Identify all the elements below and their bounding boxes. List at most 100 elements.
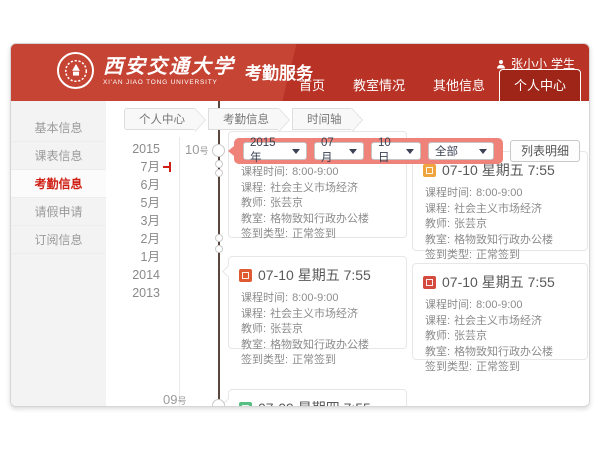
attendance-card-header: 07-09 星期四 7:55 [229, 390, 406, 407]
attendance-card-row: 签到类型: 正常签到 [241, 353, 396, 369]
attendance-card-row: 教师: 张芸京 [425, 217, 577, 233]
university-gear-logo-icon [57, 52, 94, 89]
filter-select[interactable]: 10日 [371, 142, 421, 160]
attendance-row-label: 签到类型: [241, 353, 288, 369]
attendance-card-row: 课程时间: 8:00-9:00 [241, 165, 396, 181]
timeline-node [215, 160, 223, 168]
attendance-card-header: 07-10 星期五 7:55 [413, 264, 587, 292]
timeline-period[interactable]: 2013 [106, 284, 174, 302]
attendance-row-value: 8:00-9:00 [476, 298, 522, 314]
nav-item[interactable]: 个人中心 [499, 69, 581, 101]
brand: 西安交通大学 XI'AN JIAO TONG UNIVERSITY 考勤服务 [57, 52, 313, 89]
attendance-row-value: 格物致知行政办公楼 [270, 338, 369, 354]
timeline-node [215, 245, 223, 253]
university-name-en: XI'AN JIAO TONG UNIVERSITY [103, 79, 235, 86]
breadcrumb-item[interactable]: 时间轴 [292, 108, 352, 130]
timeline-period[interactable]: 3月 [106, 212, 174, 230]
timeline-period[interactable]: 2月 [106, 230, 174, 248]
app-header: 西安交通大学 XI'AN JIAO TONG UNIVERSITY 考勤服务 张… [11, 44, 589, 101]
attendance-row-value: 张芸京 [270, 196, 303, 212]
attendance-row-label: 课程时间: [425, 186, 472, 202]
attendance-row-value: 正常签到 [292, 227, 336, 243]
attendance-row-label: 课程: [241, 307, 266, 323]
attendance-card-title: 07-09 星期四 7:55 [258, 398, 371, 407]
timeline-node [215, 234, 223, 242]
attendance-row-value: 8:00-9:00 [292, 165, 338, 181]
attendance-row-label: 课程: [425, 314, 450, 330]
attendance-type-icon [423, 276, 436, 289]
person-icon [495, 58, 507, 70]
sidebar-item[interactable]: 课表信息 [11, 142, 106, 170]
attendance-row-value: 正常签到 [476, 360, 520, 376]
attendance-row-value: 社会主义市场经济 [454, 202, 542, 218]
attendance-row-label: 签到类型: [241, 227, 288, 243]
sidebar-item[interactable]: 请假申请 [11, 198, 106, 226]
attendance-card-title: 07-10 星期五 7:55 [258, 265, 371, 285]
attendance-row-label: 课程: [241, 181, 266, 197]
attendance-card-row: 教室: 格物致知行政办公楼 [425, 345, 577, 361]
day-number: 10 [185, 142, 199, 157]
attendance-row-label: 教师: [241, 322, 266, 338]
sidebar-item[interactable]: 考勤信息 [11, 170, 106, 198]
attendance-row-label: 教师: [425, 217, 450, 233]
attendance-row-value: 张芸京 [454, 329, 487, 345]
attendance-card: 07-10 星期五 7:55 课程时间: 8:00-9:00 课程: 社会主义市… [412, 263, 588, 360]
dropdown-caret-icon [349, 149, 357, 154]
nav-item[interactable]: 其他信息 [419, 69, 499, 101]
attendance-row-label: 课程时间: [425, 298, 472, 314]
attendance-row-label: 课程时间: [241, 165, 288, 181]
attendance-card: 07-09 星期四 7:55 [228, 389, 407, 407]
attendance-card-row: 课程时间: 8:00-9:00 [425, 186, 577, 202]
attendance-card-row: 课程: 社会主义市场经济 [425, 314, 577, 330]
attendance-row-value: 社会主义市场经济 [270, 181, 358, 197]
timeline-period[interactable]: 6月 [106, 176, 174, 194]
attendance-card-row: 教室: 格物致知行政办公楼 [241, 212, 396, 228]
breadcrumb-item[interactable]: 考勤信息 [208, 108, 279, 130]
filter-select-value: 2015年 [250, 137, 287, 165]
app-window: 西安交通大学 XI'AN JIAO TONG UNIVERSITY 考勤服务 张… [10, 43, 590, 407]
attendance-card-title: 07-10 星期五 7:55 [442, 272, 555, 292]
attendance-row-label: 教室: [241, 338, 266, 354]
attendance-row-label: 课程时间: [241, 291, 288, 307]
rail-divider [179, 137, 180, 407]
attendance-card-row: 教室: 格物致知行政办公楼 [241, 338, 396, 354]
timeline-period[interactable]: 5月 [106, 194, 174, 212]
attendance-row-label: 签到类型: [425, 248, 472, 264]
filter-select[interactable]: 2015年 [243, 142, 307, 160]
filter-bar: 2015年 07月 10日 全部 [234, 138, 503, 164]
sidebar-item[interactable]: 基本信息 [11, 114, 106, 142]
attendance-row-value: 张芸京 [270, 322, 303, 338]
breadcrumb: 个人中心 考勤信息 时间轴 [124, 108, 365, 130]
timeline-period[interactable]: 7月 [106, 158, 174, 176]
attendance-card-row: 课程时间: 8:00-9:00 [241, 291, 396, 307]
attendance-row-value: 8:00-9:00 [292, 291, 338, 307]
attendance-card-row: 签到类型: 正常签到 [241, 227, 396, 243]
filter-select[interactable]: 全部 [428, 142, 494, 160]
timeline-period[interactable]: 2014 [106, 266, 174, 284]
attendance-row-value: 社会主义市场经济 [270, 307, 358, 323]
attendance-row-label: 教室: [425, 233, 450, 249]
attendance-row-value: 正常签到 [292, 353, 336, 369]
filter-select[interactable]: 07月 [314, 142, 364, 160]
filter-select-value: 07月 [321, 137, 344, 165]
nav-item[interactable]: 首页 [285, 69, 339, 101]
attendance-type-icon [239, 269, 252, 282]
list-detail-button[interactable]: 列表明细 [510, 140, 580, 162]
breadcrumb-item[interactable]: 个人中心 [124, 108, 195, 130]
sidebar-item[interactable]: 订阅信息 [11, 226, 106, 254]
day-unit: 号 [177, 396, 186, 406]
timeline-period-rail: 2015 7月 6月 5月 3月 2月 1月 2014 2013 [106, 140, 174, 302]
dropdown-caret-icon [479, 149, 487, 154]
attendance-card-header: 07-10 星期五 7:55 [229, 257, 406, 285]
body-row: 基本信息 课表信息 考勤信息 请假申请 订阅信息 个人中心 考勤信息 时间轴 [11, 101, 589, 407]
attendance-row-value: 社会主义市场经济 [454, 314, 542, 330]
timeline-period[interactable]: 2015 [106, 140, 174, 158]
attendance-row-label: 课程: [425, 202, 450, 218]
main-content: 个人中心 考勤信息 时间轴 2015 7月 6月 5月 3月 [106, 101, 589, 407]
nav-item[interactable]: 教室情况 [339, 69, 419, 101]
filter-select-value: 全部 [435, 143, 458, 159]
attendance-card-row: 课程: 社会主义市场经济 [241, 181, 396, 197]
attendance-row-value: 8:00-9:00 [476, 186, 522, 202]
timeline-period[interactable]: 1月 [106, 248, 174, 266]
attendance-card-row: 教师: 张芸京 [425, 329, 577, 345]
